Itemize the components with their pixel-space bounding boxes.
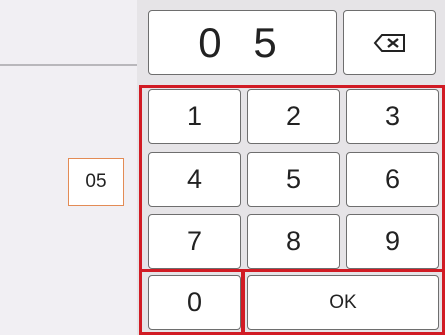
numpad-key-5[interactable]: 5 [247, 152, 340, 207]
divider [0, 64, 137, 66]
numpad-key-0[interactable]: 0 [148, 275, 241, 330]
numpad-panel: 0 5 1 2 3 4 5 6 7 8 9 0 OK [137, 0, 445, 335]
numpad-key-6[interactable]: 6 [346, 152, 439, 207]
value-field[interactable]: 05 [68, 158, 124, 206]
numpad-key-8[interactable]: 8 [247, 214, 340, 269]
numpad-key-3[interactable]: 3 [346, 89, 439, 144]
ok-button[interactable]: OK [247, 275, 439, 330]
backspace-button[interactable] [343, 10, 436, 75]
numpad-key-1[interactable]: 1 [148, 89, 241, 144]
left-panel: 05 [0, 0, 137, 335]
numpad-key-7[interactable]: 7 [148, 214, 241, 269]
numpad-key-9[interactable]: 9 [346, 214, 439, 269]
backspace-icon [373, 33, 405, 52]
numpad-display: 0 5 [148, 10, 337, 75]
numpad-key-4[interactable]: 4 [148, 152, 241, 207]
numpad-key-2[interactable]: 2 [247, 89, 340, 144]
